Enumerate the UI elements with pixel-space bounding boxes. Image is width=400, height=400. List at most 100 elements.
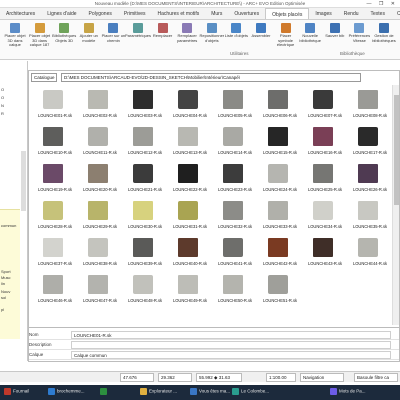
ribbon-button[interactable]: Bibliothèques Objets 3D bbox=[51, 23, 77, 49]
ribbon-tab[interactable]: Polygones bbox=[83, 8, 118, 19]
catalogue-item[interactable]: LOUNCHE24-R.sk bbox=[258, 161, 302, 197]
catalogue-item[interactable]: LOUNCHE51-R.sk bbox=[258, 272, 302, 308]
catalogue-item[interactable]: LOUNCHE15-R.sk bbox=[258, 124, 302, 160]
catalogue-item[interactable]: LOUNCHE05-R.sk bbox=[213, 87, 257, 123]
catalogue-item[interactable]: LOUNCHE19-R.sk bbox=[33, 161, 77, 197]
ribbon-tab[interactable]: Hachures et motifs bbox=[152, 8, 206, 19]
ribbon-button[interactable]: Nouvelle bibliothèque bbox=[297, 23, 323, 49]
taskbar-item[interactable]: brochemme... bbox=[48, 388, 85, 397]
catalogue-item[interactable]: LOUNCHE10-R.sk bbox=[33, 124, 77, 160]
ribbon-tab[interactable]: Primitives bbox=[118, 8, 152, 19]
catalogue-scrollbar[interactable] bbox=[392, 85, 399, 325]
catalogue-item[interactable]: LOUNCHE11-R.sk bbox=[78, 124, 122, 160]
window-controls[interactable]: — ❐ ✕ bbox=[367, 1, 398, 7]
left-panel-scrollbar[interactable] bbox=[21, 151, 26, 211]
catalogue-item[interactable]: LOUNCHE39-R.sk bbox=[123, 235, 167, 271]
catalogue-selector[interactable]: Catalogue bbox=[31, 73, 57, 82]
status-coord-field[interactable]: 55.992 ◆ 31.63 bbox=[196, 373, 242, 382]
catalogue-item[interactable]: LOUNCHE34-R.sk bbox=[303, 198, 347, 234]
catalogue-item[interactable]: LOUNCHE01-R.sk bbox=[33, 87, 77, 123]
sofa-thumbnail bbox=[268, 238, 288, 257]
catalogue-item[interactable]: LOUNCHE21-R.sk bbox=[123, 161, 167, 197]
catalogue-item[interactable]: LOUNCHE22-R.sk bbox=[168, 161, 212, 197]
catalogue-item[interactable]: LOUNCHE14-R.sk bbox=[213, 124, 257, 160]
catalogue-item[interactable]: LOUNCHE06-R.sk bbox=[258, 87, 302, 123]
taskbar-item[interactable]: Explorateur ... bbox=[140, 388, 177, 397]
taskbar-item[interactable]: Vous êtes ma... bbox=[190, 388, 230, 397]
ribbon-button[interactable]: Ajouter un modèle bbox=[76, 23, 102, 49]
ribbon-button[interactable]: Placer objet 3D dans calque bbox=[2, 23, 28, 49]
catalogue-item[interactable]: LOUNCHE07-R.sk bbox=[303, 87, 347, 123]
catalogue-item[interactable]: LOUNCHE47-R.sk bbox=[78, 272, 122, 308]
catalogue-item[interactable]: LOUNCHE42-R.sk bbox=[258, 235, 302, 271]
catalogue-item[interactable]: LOUNCHE33-R.sk bbox=[258, 198, 302, 234]
catalogue-item[interactable]: LOUNCHE35-R.sk bbox=[348, 198, 392, 234]
ribbon-button[interactable]: Préférences Vitesse bbox=[346, 23, 372, 49]
ribbon-button[interactable]: Remplacer bbox=[150, 23, 176, 49]
ribbon-button[interactable]: Paramétriques bbox=[125, 23, 151, 49]
catalogue-item[interactable]: LOUNCHE37-R.sk bbox=[33, 235, 77, 271]
catalogue-item[interactable]: LOUNCHE38-R.sk bbox=[78, 235, 122, 271]
catalogue-item[interactable]: LOUNCHE43-R.sk bbox=[303, 235, 347, 271]
ribbon-button[interactable]: Assembler bbox=[248, 23, 274, 49]
catalogue-item[interactable]: LOUNCHE29-R.sk bbox=[78, 198, 122, 234]
ribbon-tab[interactable]: Textes bbox=[365, 8, 391, 19]
catalogue-item[interactable]: LOUNCHE41-R.sk bbox=[213, 235, 257, 271]
catalogue-item[interactable]: LOUNCHE16-R.sk bbox=[303, 124, 347, 160]
status-filter-dropdown[interactable]: Basoule filtre ca bbox=[354, 373, 398, 382]
catalogue-item[interactable]: LOUNCHE30-R.sk bbox=[123, 198, 167, 234]
catalogue-item[interactable]: LOUNCHE03-R.sk bbox=[123, 87, 167, 123]
ribbon-tab[interactable]: Architectures bbox=[0, 8, 41, 19]
catalogue-scrollbar-thumb[interactable] bbox=[394, 95, 399, 205]
catalogue-item[interactable]: LOUNCHE50-R.sk bbox=[213, 272, 257, 308]
catalogue-item[interactable]: LOUNCHE28-R.sk bbox=[33, 198, 77, 234]
ribbon-button[interactable]: Placer symbole électrique bbox=[273, 23, 299, 49]
catalogue-path-field[interactable]: D:\MES DOCUMENTS\ARCAUD-EVO\2D-DESSIN_SK… bbox=[61, 73, 361, 82]
catalogue-item[interactable]: LOUNCHE46-R.sk bbox=[33, 272, 77, 308]
catalogue-item[interactable]: LOUNCHE12-R.sk bbox=[123, 124, 167, 160]
catalogue-item[interactable]: LOUNCHE23-R.sk bbox=[213, 161, 257, 197]
catalogue-item[interactable]: LOUNCHE40-R.sk bbox=[168, 235, 212, 271]
taskbar-item[interactable]: Le Colombe... bbox=[232, 388, 269, 397]
catalogue-item[interactable]: LOUNCHE26-R.sk bbox=[348, 161, 392, 197]
ribbon-tab[interactable]: Lignes d'aide bbox=[41, 8, 82, 19]
property-value-layer[interactable]: Calque commun bbox=[71, 351, 391, 359]
catalogue-item[interactable]: LOUNCHE48-R.sk bbox=[123, 272, 167, 308]
catalogue-item[interactable]: LOUNCHE32-R.sk bbox=[213, 198, 257, 234]
status-y-field[interactable]: 29.362 bbox=[158, 373, 192, 382]
ribbon-button-icon bbox=[354, 23, 365, 33]
ribbon-tab[interactable]: Rendu bbox=[338, 8, 365, 19]
ribbon-tab[interactable]: Murs bbox=[205, 8, 228, 19]
status-scale-field[interactable]: 1:100.00 bbox=[266, 373, 296, 382]
catalogue-item[interactable]: LOUNCHE08-R.sk bbox=[348, 87, 392, 123]
catalogue-item[interactable]: LOUNCHE31-R.sk bbox=[168, 198, 212, 234]
ribbon-tab[interactable]: Ouvertures bbox=[228, 8, 265, 19]
catalogue-item[interactable]: LOUNCHE44-R.sk bbox=[348, 235, 392, 271]
sofa-thumbnail bbox=[313, 127, 333, 146]
taskbar-item[interactable]: Fournail bbox=[4, 388, 29, 397]
ribbon-button[interactable]: Sauver bib bbox=[322, 23, 348, 49]
catalogue-item[interactable]: LOUNCHE49-R.sk bbox=[168, 272, 212, 308]
catalogue-item[interactable]: LOUNCHE13-R.sk bbox=[168, 124, 212, 160]
ribbon-button[interactable]: Placer sur un chemin bbox=[100, 23, 126, 49]
status-x-field[interactable]: 47.676 bbox=[120, 373, 154, 382]
ribbon-button[interactable]: Placer objet 3D dans calque 187 bbox=[27, 23, 53, 49]
property-value-description[interactable] bbox=[71, 341, 391, 349]
taskbar-item[interactable] bbox=[100, 388, 109, 397]
property-value-name[interactable]: LOUNCHE01-R.sk bbox=[71, 331, 391, 339]
catalogue-item[interactable]: LOUNCHE04-R.sk bbox=[168, 87, 212, 123]
status-mode-dropdown[interactable]: Navigation bbox=[300, 373, 344, 382]
ribbon-button[interactable]: Gestion de bibliothèques bbox=[371, 23, 397, 49]
catalogue-item[interactable]: LOUNCHE02-R.sk bbox=[78, 87, 122, 123]
catalogue-item[interactable]: LOUNCHE17-R.sk bbox=[348, 124, 392, 160]
ribbon-button[interactable]: Liste d'objets bbox=[223, 23, 249, 49]
ribbon-button[interactable]: Remplacer paramètres bbox=[174, 23, 200, 49]
taskbar-item[interactable]: Mots de Pa... bbox=[330, 388, 366, 397]
ribbon-tab[interactable]: Images bbox=[309, 8, 337, 19]
ribbon-button-icon bbox=[34, 23, 45, 33]
ribbon-button[interactable]: Repositionner d'objets bbox=[199, 23, 225, 49]
catalogue-item[interactable]: LOUNCHE20-R.sk bbox=[78, 161, 122, 197]
ribbon-tab[interactable]: Cotations bbox=[391, 8, 400, 19]
catalogue-item[interactable]: LOUNCHE25-R.sk bbox=[303, 161, 347, 197]
ribbon-tab[interactable]: Objets placés bbox=[265, 8, 310, 19]
